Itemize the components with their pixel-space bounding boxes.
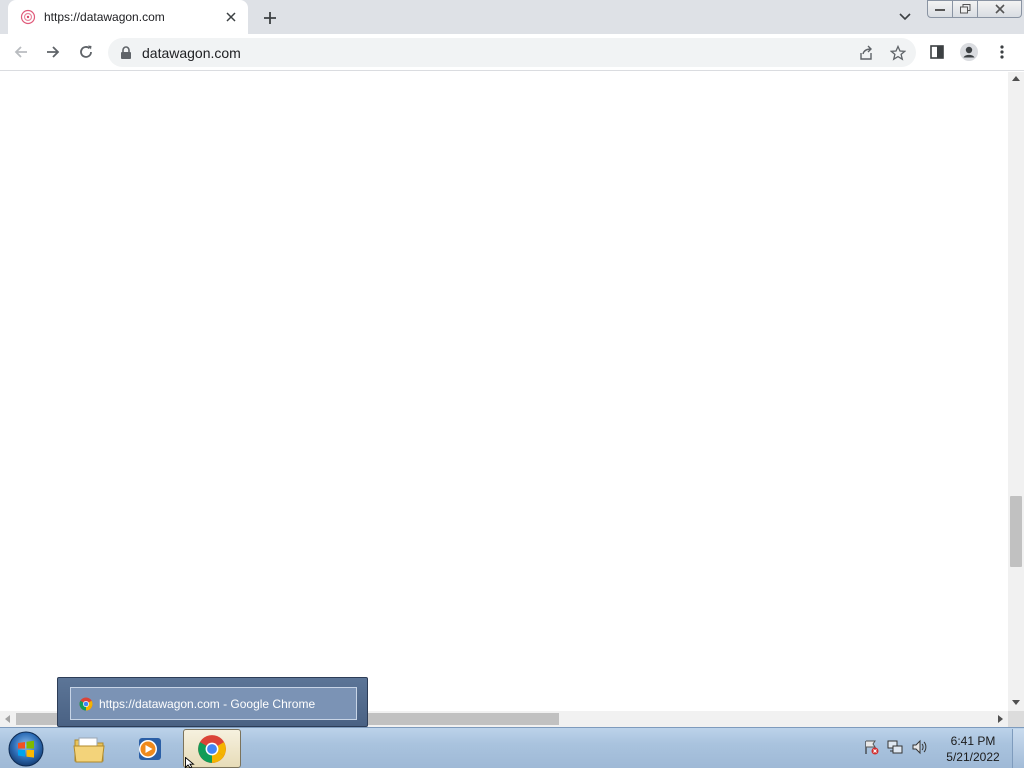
scroll-down-icon[interactable]	[1012, 700, 1020, 705]
window-controls	[927, 0, 1022, 18]
address-bar[interactable]: datawagon.com	[108, 38, 916, 67]
tab-search-button[interactable]	[896, 8, 914, 26]
profile-avatar-icon	[960, 43, 978, 61]
action-center-flag-icon[interactable]	[862, 738, 880, 756]
forward-button[interactable]	[41, 40, 65, 64]
system-clock[interactable]: 6:41 PM 5/21/2022	[940, 733, 1006, 765]
share-icon[interactable]	[856, 43, 876, 63]
scroll-right-icon[interactable]	[998, 715, 1003, 723]
new-tab-button[interactable]	[259, 7, 281, 29]
close-window-button[interactable]	[978, 0, 1022, 18]
arrow-left-icon	[14, 46, 27, 58]
taskbar-media-player-button[interactable]	[121, 729, 179, 768]
side-panel-icon	[930, 45, 944, 59]
menu-button[interactable]	[990, 40, 1014, 64]
url-text[interactable]: datawagon.com	[142, 45, 241, 61]
chrome-icon	[198, 734, 226, 763]
side-panel-button[interactable]	[925, 40, 949, 64]
start-button[interactable]	[6, 730, 46, 768]
reload-icon	[80, 45, 92, 58]
vertical-scroll-thumb[interactable]	[1010, 496, 1022, 567]
minimize-button[interactable]	[927, 0, 953, 18]
scroll-left-icon[interactable]	[5, 715, 10, 723]
thumbnail-label: https://datawagon.com - Google Chrome	[99, 696, 316, 711]
arrow-right-icon	[47, 46, 60, 58]
browser-tab[interactable]: https://datawagon.com	[8, 0, 248, 34]
back-button[interactable]	[9, 40, 33, 64]
plus-icon	[264, 12, 276, 24]
volume-icon[interactable]	[910, 738, 928, 756]
kebab-menu-icon	[1000, 45, 1004, 59]
tab-close-icon[interactable]	[222, 8, 240, 26]
taskbar: 6:41 PM 5/21/2022	[0, 727, 1024, 768]
clock-time: 6:41 PM	[950, 734, 996, 748]
media-player-icon	[139, 737, 161, 760]
site-favicon-icon	[20, 9, 36, 25]
folder-icon	[73, 737, 105, 762]
chevron-down-icon	[899, 13, 911, 21]
clock-date: 5/21/2022	[946, 750, 1000, 764]
restore-icon	[959, 4, 970, 14]
scrollbar-corner	[1008, 711, 1024, 727]
tab-strip: https://datawagon.com	[0, 0, 1024, 34]
taskbar-thumbnail-popup: https://datawagon.com - Google Chrome	[57, 677, 368, 727]
page-viewport[interactable]	[0, 72, 1008, 711]
network-icon[interactable]	[886, 738, 904, 756]
system-tray	[862, 738, 928, 758]
vertical-scrollbar[interactable]	[1008, 72, 1024, 711]
tab-title: https://datawagon.com	[44, 10, 165, 24]
chrome-icon	[79, 697, 93, 710]
bookmark-star-icon[interactable]	[888, 43, 908, 63]
browser-toolbar: datawagon.com	[0, 34, 1024, 71]
close-icon	[994, 4, 1005, 14]
minimize-icon	[935, 9, 945, 11]
show-desktop-button[interactable]	[1012, 729, 1024, 768]
profile-button[interactable]	[957, 40, 981, 64]
lock-icon[interactable]	[120, 46, 132, 60]
mouse-cursor-icon	[185, 757, 195, 768]
taskbar-explorer-button[interactable]	[60, 729, 118, 768]
scroll-up-icon[interactable]	[1012, 76, 1020, 81]
reload-button[interactable]	[74, 40, 98, 64]
thumbnail-window-item[interactable]: https://datawagon.com - Google Chrome	[70, 687, 357, 720]
restore-button[interactable]	[953, 0, 978, 18]
